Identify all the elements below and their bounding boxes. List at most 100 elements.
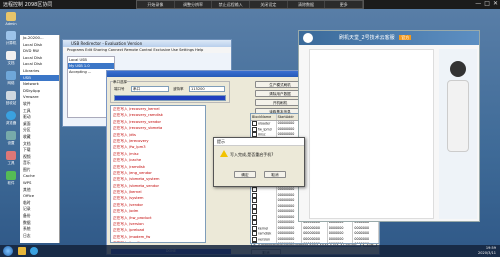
browser-taskbar-icon[interactable] bbox=[30, 247, 38, 255]
chat-messages[interactable] bbox=[309, 49, 434, 219]
checkbox-icon[interactable] bbox=[252, 225, 257, 231]
checkbox-icon[interactable] bbox=[252, 121, 257, 126]
desktop-icon-docs[interactable]: 文档 bbox=[0, 51, 22, 66]
partition-name: preload bbox=[258, 243, 270, 244]
user-folder-icon bbox=[6, 12, 16, 21]
computer-icon bbox=[6, 31, 16, 40]
tree-item[interactable]: 视频 bbox=[20, 154, 59, 161]
tree-item[interactable]: DSkyApp bbox=[20, 88, 59, 95]
desktop-icon-browser[interactable]: 浏览器 bbox=[0, 111, 22, 126]
status-bar bbox=[114, 95, 226, 101]
tree-item[interactable]: Jo-20200... bbox=[20, 35, 59, 42]
log-line: 正在写入 /isp_firmware bbox=[111, 240, 205, 242]
record-button[interactable]: 开始录像 bbox=[137, 1, 175, 8]
tree-item[interactable]: USB bbox=[20, 74, 59, 82]
dialog-yes-button[interactable]: 确定 bbox=[234, 171, 256, 178]
resolution-button[interactable]: 调整分辨率 bbox=[175, 1, 213, 8]
explorer-taskbar-icon[interactable] bbox=[18, 247, 26, 255]
tree-item[interactable]: 文档 bbox=[20, 141, 59, 148]
tree-item[interactable]: Network bbox=[20, 81, 59, 88]
dialog-title: 提示 bbox=[214, 138, 304, 146]
clear-data-button[interactable]: 清除数据 bbox=[288, 1, 326, 8]
port-label: 端口号 bbox=[114, 87, 125, 91]
checkbox-icon[interactable] bbox=[252, 203, 257, 209]
tree-item[interactable]: 驱动 bbox=[20, 114, 59, 121]
partition-name: version bbox=[258, 237, 271, 241]
taskbar: 19:59 2020/3/11 bbox=[0, 245, 500, 257]
close-icon[interactable]: ✕ bbox=[493, 1, 498, 7]
tree-item[interactable]: Cache bbox=[20, 173, 59, 180]
checkbox-icon[interactable] bbox=[252, 126, 257, 132]
tree-item[interactable]: 工具 bbox=[20, 108, 59, 115]
checkbox-icon[interactable] bbox=[252, 231, 257, 236]
tree-item[interactable]: 桌面 bbox=[20, 121, 59, 128]
remote-toolbar: 开始录像 调整分辨率 禁止远程输入 关闭设定 清除数据 更多 bbox=[136, 0, 364, 9]
tree-item[interactable]: Local Disk bbox=[20, 61, 59, 68]
checkbox-icon[interactable] bbox=[252, 198, 257, 203]
desktop-icons: Admin 计算机 文档 网络 回收站 浏览器 设置 工具 软件 bbox=[0, 12, 22, 186]
window-controls: — □ ✕ bbox=[475, 1, 498, 7]
checkbox-icon[interactable] bbox=[252, 187, 257, 192]
desktop-icon-settings[interactable]: 设置 bbox=[0, 131, 22, 146]
checkbox-icon[interactable] bbox=[252, 242, 257, 243]
tree-item[interactable]: 备份 bbox=[20, 213, 59, 220]
warning-icon bbox=[220, 150, 228, 157]
wrench-icon bbox=[6, 151, 16, 160]
usb-menu-bar[interactable]: Programs Edit Sharing Connect Remote Con… bbox=[63, 47, 231, 53]
tree-item[interactable]: Libraries bbox=[20, 68, 59, 75]
start-button-icon[interactable] bbox=[3, 246, 13, 256]
desktop-icon-admin[interactable]: Admin bbox=[0, 12, 22, 26]
tree-item[interactable]: 日志 bbox=[20, 233, 59, 240]
tree-item[interactable]: 收藏 bbox=[20, 134, 59, 141]
more-button[interactable]: 更多 bbox=[325, 1, 364, 8]
tree-item[interactable]: 临时 bbox=[20, 200, 59, 207]
tree-item[interactable]: 其他 bbox=[20, 187, 59, 194]
network-icon bbox=[6, 71, 16, 80]
checkbox-icon[interactable] bbox=[252, 236, 257, 242]
maximize-icon[interactable]: □ bbox=[484, 1, 490, 7]
close-settings-button[interactable]: 关闭设定 bbox=[250, 1, 288, 8]
checkbox-icon[interactable] bbox=[252, 220, 257, 225]
partition-row[interactable]: preload000000000000000000000000000000 bbox=[251, 242, 379, 244]
tree-item[interactable]: 图片 bbox=[20, 167, 59, 174]
tree-item[interactable]: WPS bbox=[20, 180, 59, 187]
tree-item[interactable]: 下载 bbox=[20, 147, 59, 154]
tree-item[interactable]: Office bbox=[20, 193, 59, 200]
partition-cell: preload bbox=[251, 242, 277, 244]
tree-item[interactable]: 分区 bbox=[20, 127, 59, 134]
checkbox-icon[interactable] bbox=[252, 214, 257, 220]
dialog-no-button[interactable]: 取消 bbox=[264, 171, 286, 178]
baud-select[interactable]: 115200 bbox=[189, 86, 225, 92]
checkbox-icon[interactable] bbox=[252, 192, 257, 198]
flash-log-list: 正在写入 /recovery_kernel 正在写入 /recovery_ramd… bbox=[110, 105, 206, 243]
port-select[interactable]: 串口 bbox=[131, 86, 169, 92]
tree-item[interactable]: 软件 bbox=[20, 101, 59, 108]
tree-item[interactable]: 系统 bbox=[20, 226, 59, 233]
confirm-dialog: 提示 写入完成,是否重启手机? 确定 取消 bbox=[213, 137, 305, 187]
baud-label: 波特率 bbox=[173, 87, 184, 91]
partition-name: fw_lpm3 bbox=[258, 127, 272, 131]
checkbox-icon[interactable] bbox=[252, 209, 257, 214]
minimize-icon[interactable]: — bbox=[475, 1, 481, 7]
desktop-icon-network[interactable]: 网络 bbox=[0, 71, 22, 86]
desktop-icon-computer[interactable]: 计算机 bbox=[0, 31, 22, 46]
tree-item[interactable]: Local Disk bbox=[20, 42, 59, 49]
agent-figure-icon bbox=[447, 80, 469, 152]
chat-header: 刷机天堂_2号技术云客服 官方 bbox=[299, 31, 479, 45]
tree-item[interactable]: DVD RW bbox=[20, 48, 59, 55]
tree-item[interactable]: Vmware bbox=[20, 94, 59, 101]
chat-sidebar bbox=[439, 49, 477, 219]
tree-item[interactable]: 记录 bbox=[20, 206, 59, 213]
desktop-icon-software[interactable]: 软件 bbox=[0, 171, 22, 186]
chat-title: 刷机天堂_2号技术云客服 bbox=[339, 35, 395, 41]
partition-cell: 0000000 bbox=[328, 242, 354, 243]
desktop-icon-recycle[interactable]: 回收站 bbox=[0, 91, 22, 106]
partition-name: misc bbox=[258, 132, 266, 137]
port-group-label: 串口选择 bbox=[113, 80, 127, 85]
desktop-icon-tools[interactable]: 工具 bbox=[0, 151, 22, 166]
tree-item[interactable]: Local Disk bbox=[20, 55, 59, 62]
tree-item[interactable]: 数据 bbox=[20, 220, 59, 227]
block-input-button[interactable]: 禁止远程输入 bbox=[212, 1, 251, 8]
clock: 19:59 2020/3/11 bbox=[478, 246, 496, 256]
tree-item[interactable]: 音乐 bbox=[20, 160, 59, 167]
